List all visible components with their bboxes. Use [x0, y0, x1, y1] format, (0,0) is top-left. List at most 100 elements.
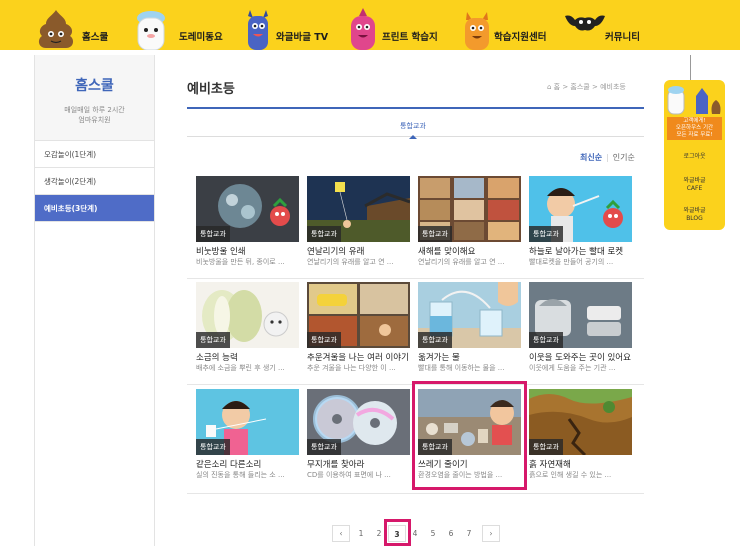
- sidebar-item-thinking-play[interactable]: 생각놀이(2단계): [35, 168, 154, 195]
- nav-item-doremi[interactable]: 도레미동요: [128, 0, 228, 50]
- caret-up-icon: [409, 135, 417, 139]
- card-thumbnail: 통합교과: [196, 389, 299, 455]
- content-card[interactable]: 통합교과 무지개를 찾아라 CD를 이용하여 표면에 나 ...: [307, 389, 410, 485]
- cafe-link[interactable]: 와글바글 CAFE: [664, 177, 725, 193]
- current-page-highlight: [384, 519, 411, 546]
- poop-character-icon: [38, 10, 74, 48]
- card-description: 비눗방울을 만든 뒤, 종이로 ...: [196, 258, 285, 266]
- blue-monster-character-icon: [248, 10, 268, 50]
- category-badge: 통합교과: [529, 332, 563, 348]
- page-link[interactable]: 5: [424, 525, 442, 542]
- content-card[interactable]: 통합교과 추운겨울을 나는 여러 이야기 추운 겨울을 나는 다양한 이 ...: [307, 282, 410, 378]
- card-thumbnail: 통합교과: [307, 389, 410, 455]
- nav-label: 와글바글 TV: [276, 32, 329, 43]
- open-house-notice[interactable]: 고객에게! 오픈하우스 기간 모든 자료 무료!: [667, 117, 722, 140]
- nav-item-homeschool[interactable]: 홈스쿨: [36, 0, 116, 50]
- nav-label: 홈스쿨: [82, 32, 109, 43]
- card-description: 추운 겨울을 나는 다양한 이 ...: [307, 364, 396, 372]
- blog-link-label: BLOG: [686, 215, 703, 222]
- category-badge: 통합교과: [529, 439, 563, 455]
- card-title: 이웃을 도와주는 곳이 있어요: [529, 353, 631, 363]
- sort-options: 최신순 | 인기순: [580, 152, 635, 163]
- content-card[interactable]: 통합교과 비눗방울 인쇄 비눗방울을 만든 뒤, 종이로 ...: [196, 176, 299, 272]
- content-card[interactable]: 통합교과 옮겨가는 물 빨대를 통해 이동하는 물을 ...: [418, 282, 521, 378]
- nav-item-learning-center[interactable]: 학습지원센터: [462, 0, 562, 50]
- blog-link[interactable]: 와글바글 BLOG: [664, 207, 725, 223]
- card-description: 연날리기의 유래를 알고 연 ...: [307, 258, 394, 266]
- top-navigation: 홈스쿨 도레미동요 와글바글 TV 프린트 학습지 학습지원센터 커뮤니티: [0, 0, 740, 50]
- card-thumbnail: 통합교과: [196, 176, 299, 242]
- card-title: 연날리기의 유래: [307, 247, 365, 257]
- content-card[interactable]: 통합교과 같은소리 다른소리 실의 진동을 통해 들리는 소 ...: [196, 389, 299, 485]
- content-card[interactable]: 통합교과 연날리기의 유래 연날리기의 유래를 알고 연 ...: [307, 176, 410, 272]
- card-title: 소금의 능력: [196, 353, 238, 363]
- card-thumbnail: 통합교과: [307, 176, 410, 242]
- card-description: CD를 이용하여 표면에 나 ...: [307, 471, 391, 479]
- page-link[interactable]: 7: [460, 525, 478, 542]
- row-divider: [187, 493, 644, 494]
- prev-page-button[interactable]: ‹: [332, 525, 350, 542]
- content-card[interactable]: 통합교과 새해를 맞이해요 연날리기의 유래를 알고 연 ...: [418, 176, 521, 272]
- nav-label: 커뮤니티: [605, 32, 640, 43]
- card-description: 흙으로 인해 생길 수 있는 ...: [529, 471, 612, 479]
- card-description: 실의 진동을 통해 들리는 소 ...: [196, 471, 285, 479]
- card-title: 같은소리 다른소리: [196, 460, 262, 470]
- card-title: 추운겨울을 나는 여러 이야기: [307, 353, 409, 363]
- card-description: 빨대로켓을 만들어 공기의 ...: [529, 258, 614, 266]
- pink-monster-character-icon: [351, 8, 375, 50]
- notice-line: 모든 자료 무료!: [676, 132, 713, 138]
- category-badge: 통합교과: [418, 332, 452, 348]
- card-thumbnail: 통합교과: [529, 282, 632, 348]
- page: 홈스쿨 도레미동요 와글바글 TV 프린트 학습지 학습지원센터 커뮤니티 홈스…: [0, 0, 740, 546]
- page-link[interactable]: 6: [442, 525, 460, 542]
- page-title: 예비초등: [187, 82, 235, 97]
- content-card[interactable]: 통합교과 소금의 능력 배추에 소금을 뿌린 후 생기 ...: [196, 282, 299, 378]
- sidebar-subtitle: 엄마유치원: [78, 116, 111, 124]
- notice-line: 오픈하우스 기간: [675, 125, 714, 131]
- category-badge: 통합교과: [418, 226, 452, 242]
- blog-link-label: 와글바글: [683, 207, 706, 214]
- sidebar-item-pre-elementary[interactable]: 예비초등(3단계): [35, 195, 154, 222]
- quick-menu-banner: 고객에게! 오픈하우스 기간 모든 자료 무료! 로그아웃 와글바글 CAFE …: [664, 80, 725, 230]
- category-badge: 통합교과: [196, 439, 230, 455]
- sort-latest[interactable]: 최신순: [580, 153, 602, 162]
- nav-item-community[interactable]: 커뮤니티: [565, 0, 665, 50]
- sort-divider: |: [606, 153, 609, 162]
- card-thumbnail: 통합교과: [418, 282, 521, 348]
- category-badge: 통합교과: [307, 226, 341, 242]
- sort-popular[interactable]: 인기순: [613, 153, 635, 162]
- sidebar-title: 홈스쿨: [75, 78, 114, 94]
- card-title: 옮겨가는 물: [418, 353, 460, 363]
- breadcrumb: ⌂ 홈 > 홈스쿨 > 예비초등: [547, 82, 626, 92]
- nav-item-print-worksheet[interactable]: 프린트 학습지: [347, 0, 447, 50]
- banner-characters-icon: [667, 86, 721, 115]
- nav-label: 학습지원센터: [494, 32, 547, 43]
- white-bear-character-icon: [137, 11, 165, 50]
- card-thumbnail: 통합교과: [529, 389, 632, 455]
- logout-link[interactable]: 로그아웃: [664, 153, 725, 161]
- content-card[interactable]: 통합교과 이웃을 도와주는 곳이 있어요 이웃에게 도움을 주는 기관 ...: [529, 282, 632, 378]
- category-badge: 통합교과: [529, 226, 563, 242]
- card-title: 새해를 맞이해요: [418, 247, 476, 257]
- banner-string: [690, 55, 691, 80]
- card-thumbnail: 통합교과: [196, 282, 299, 348]
- category-badge: 통합교과: [307, 439, 341, 455]
- card-thumbnail: 통합교과: [418, 176, 521, 242]
- sidebar-item-sensory-play[interactable]: 오감놀이(1단계): [35, 141, 154, 168]
- tab-integrated-subject[interactable]: 통합교과: [400, 121, 426, 131]
- sidebar-header: 홈스쿨 매일매일 하루 2시간 엄마유치원: [35, 55, 154, 141]
- card-title: 하늘로 날아가는 빨대 로켓: [529, 247, 624, 257]
- card-description: 이웃에게 도움을 주는 기관 ...: [529, 364, 616, 372]
- content-card[interactable]: 통합교과 하늘로 날아가는 빨대 로켓 빨대로켓을 만들어 공기의 ...: [529, 176, 632, 272]
- category-badge: 통합교과: [196, 226, 230, 242]
- content-card[interactable]: 통합교과 흙 자연재해 흙으로 인해 생길 수 있는 ...: [529, 389, 632, 485]
- nav-item-waglebagle-tv[interactable]: 와글바글 TV: [244, 0, 334, 50]
- notice-line: 고객에게!: [683, 118, 706, 124]
- category-tab-bar: 통합교과: [187, 107, 644, 139]
- page-link[interactable]: 1: [352, 525, 370, 542]
- next-page-button[interactable]: ›: [482, 525, 500, 542]
- bat-character-icon: [565, 15, 605, 31]
- card-title: 비눗방울 인쇄: [196, 247, 246, 257]
- sidebar: 홈스쿨 매일매일 하루 2시간 엄마유치원 오감놀이(1단계) 생각놀이(2단계…: [34, 55, 155, 546]
- selected-card-highlight: [412, 381, 527, 490]
